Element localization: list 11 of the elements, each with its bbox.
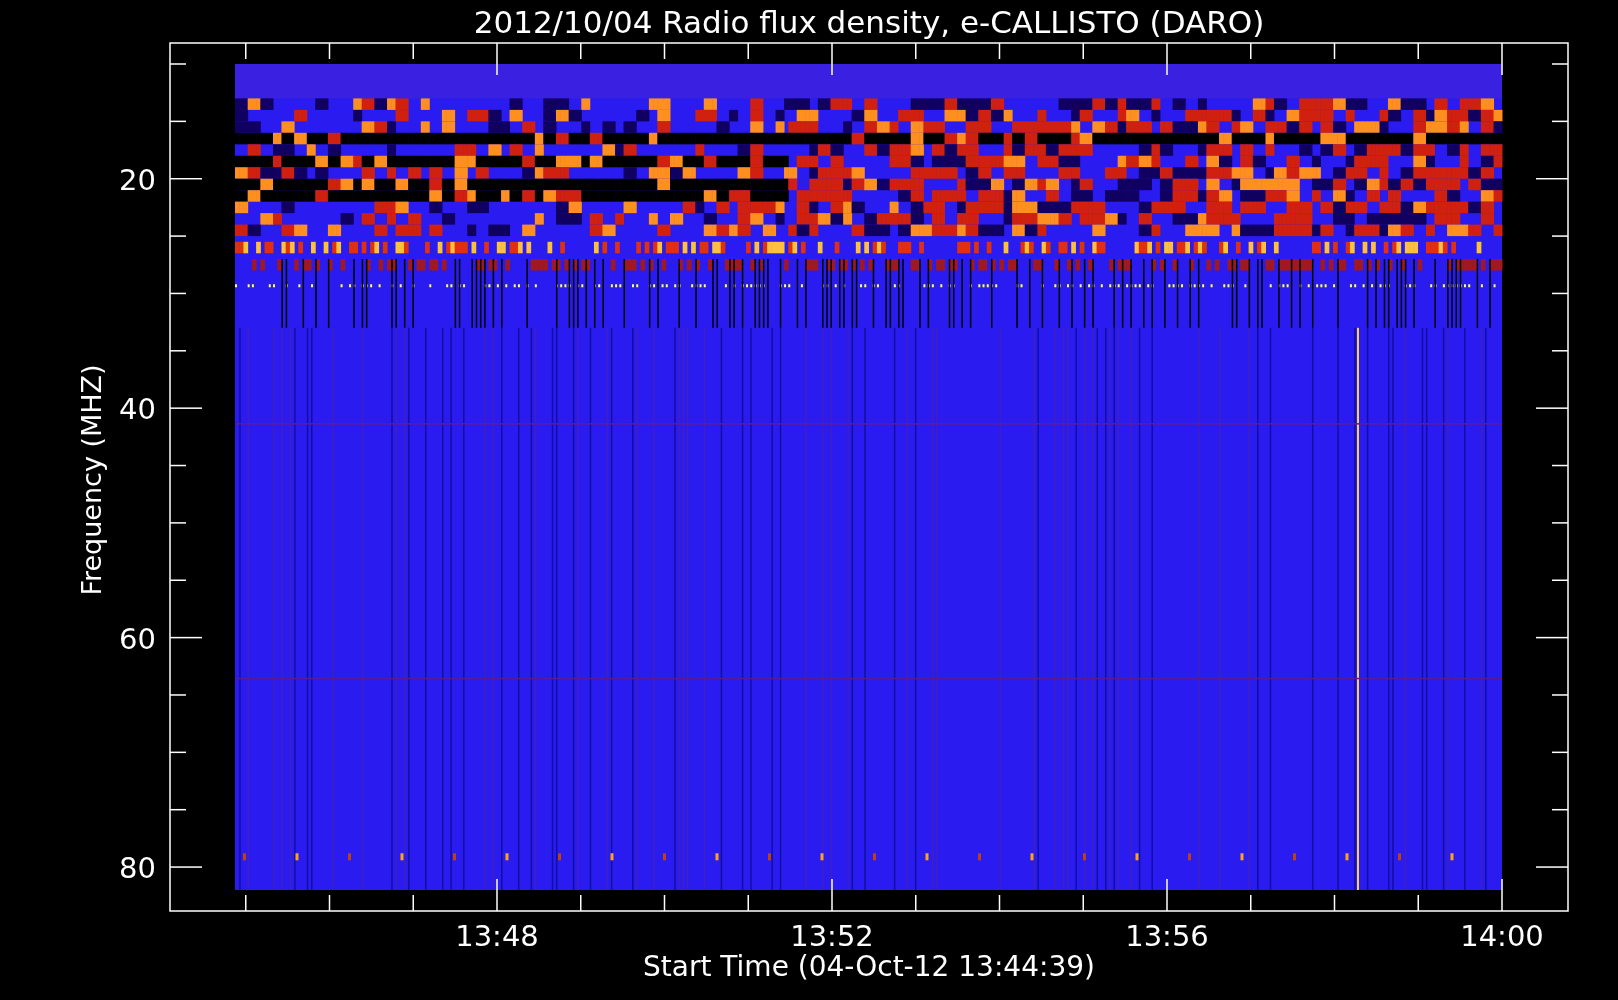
axis-tick-label: 13:48 — [455, 919, 539, 953]
axis-tick-label: 14:00 — [1460, 919, 1544, 953]
axis-tick-label: 40 — [119, 392, 156, 427]
axis-tick-label: 13:56 — [1125, 919, 1209, 953]
axis-tick-label: 60 — [119, 621, 156, 656]
plot-title: 2012/10/04 Radio flux density, e-CALLISTO (DARO) — [473, 4, 1265, 40]
x-axis-label: Start Time (04-Oct-12 13:44:39) — [643, 950, 1095, 983]
y-axis-label: Frequency (MHZ) — [76, 364, 107, 596]
axis-tick-label: 80 — [119, 851, 156, 886]
axis-tick-label: 20 — [119, 162, 156, 197]
axis-tick-label: 13:52 — [790, 919, 874, 953]
